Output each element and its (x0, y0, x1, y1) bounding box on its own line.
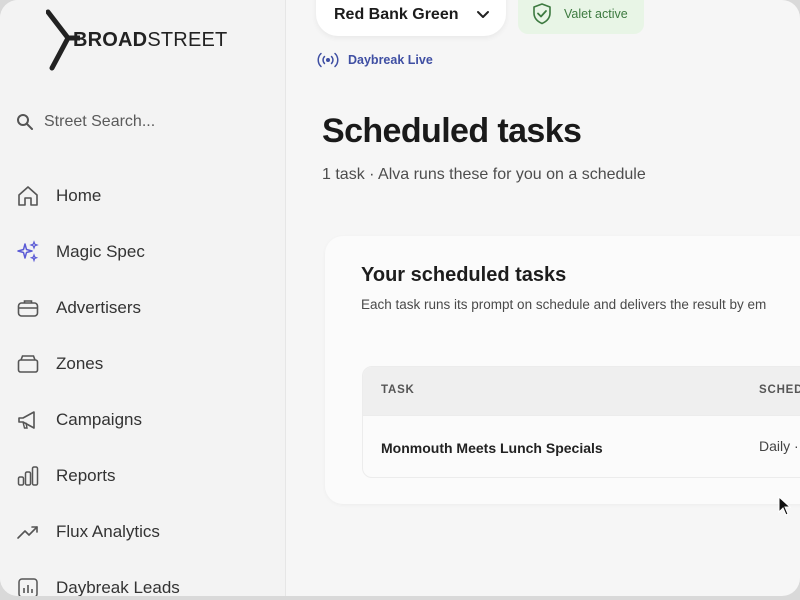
table-row[interactable]: Monmouth Meets Lunch Specials Daily · (363, 415, 800, 477)
sidebar: BROADSTREET Home (0, 0, 286, 596)
valet-status-badge[interactable]: Valet active (518, 0, 644, 34)
sidebar-item-reports[interactable]: Reports (0, 448, 286, 504)
sidebar-item-advertisers[interactable]: Advertisers (0, 280, 286, 336)
logo-text: BROADSTREET (73, 29, 228, 51)
sidebar-item-daybreak-leads[interactable]: Daybreak Leads (0, 560, 286, 596)
sidebar-item-home[interactable]: Home (0, 168, 286, 224)
location-label: Red Bank Green (334, 6, 459, 23)
briefcase-icon (16, 296, 40, 320)
shield-check-icon (533, 3, 551, 25)
sidebar-item-label: Reports (56, 466, 116, 485)
sidebar-item-label: Campaigns (56, 410, 142, 429)
street-search[interactable] (12, 104, 268, 140)
sidebar-item-campaigns[interactable]: Campaigns (0, 392, 286, 448)
logo[interactable]: BROADSTREET (46, 8, 236, 72)
sidebar-nav: Home Magic Spec Advertisers Zones Campai… (0, 168, 286, 596)
valet-status-label: Valet active (564, 7, 628, 21)
sidebar-item-label: Home (56, 186, 102, 205)
bar-chart-icon (16, 464, 40, 488)
sidebar-item-label: Magic Spec (56, 242, 145, 261)
sidebar-item-label: Flux Analytics (56, 522, 160, 541)
sidebar-item-zones[interactable]: Zones (0, 336, 286, 392)
sidebar-item-magic-spec[interactable]: Magic Spec (0, 224, 286, 280)
column-header-schedule[interactable]: SCHED (759, 384, 800, 396)
broadcast-icon (317, 52, 339, 68)
sidebar-item-label: Advertisers (56, 298, 142, 317)
trending-up-icon (16, 520, 40, 544)
sidebar-item-flux-analytics[interactable]: Flux Analytics (0, 504, 286, 560)
column-header-task[interactable]: TASK (381, 384, 415, 396)
sidebar-item-label: Zones (56, 354, 104, 373)
chevron-down-icon (477, 11, 489, 18)
table-header: TASK SCHED (363, 367, 800, 415)
inbox-icon (16, 352, 40, 376)
sidebar-item-label: Daybreak Leads (56, 578, 180, 596)
megaphone-icon (16, 408, 40, 432)
mouse-cursor-icon (778, 496, 792, 516)
tasks-table: TASK SCHED Monmouth Meets Lunch Specials… (362, 366, 800, 478)
sparkles-icon (16, 240, 40, 264)
task-schedule: Daily · (759, 438, 799, 454)
home-icon (16, 184, 40, 208)
card-description: Each task runs its prompt on schedule an… (361, 297, 767, 312)
location-selector[interactable]: Red Bank Green (316, 0, 506, 36)
chart-icon (16, 576, 40, 596)
search-icon (17, 114, 33, 130)
page-title: Scheduled tasks (322, 112, 582, 150)
scheduled-tasks-card: Your scheduled tasks Each task runs its … (325, 236, 800, 504)
search-input[interactable] (44, 113, 244, 131)
daybreak-live-label: Daybreak Live (348, 53, 433, 67)
task-name: Monmouth Meets Lunch Specials (381, 440, 603, 456)
card-title: Your scheduled tasks (361, 264, 567, 286)
app-window: BROADSTREET Home (0, 0, 800, 596)
daybreak-live[interactable]: Daybreak Live (316, 52, 433, 68)
page-subtitle: 1 task · Alva runs these for you on a sc… (322, 166, 646, 183)
